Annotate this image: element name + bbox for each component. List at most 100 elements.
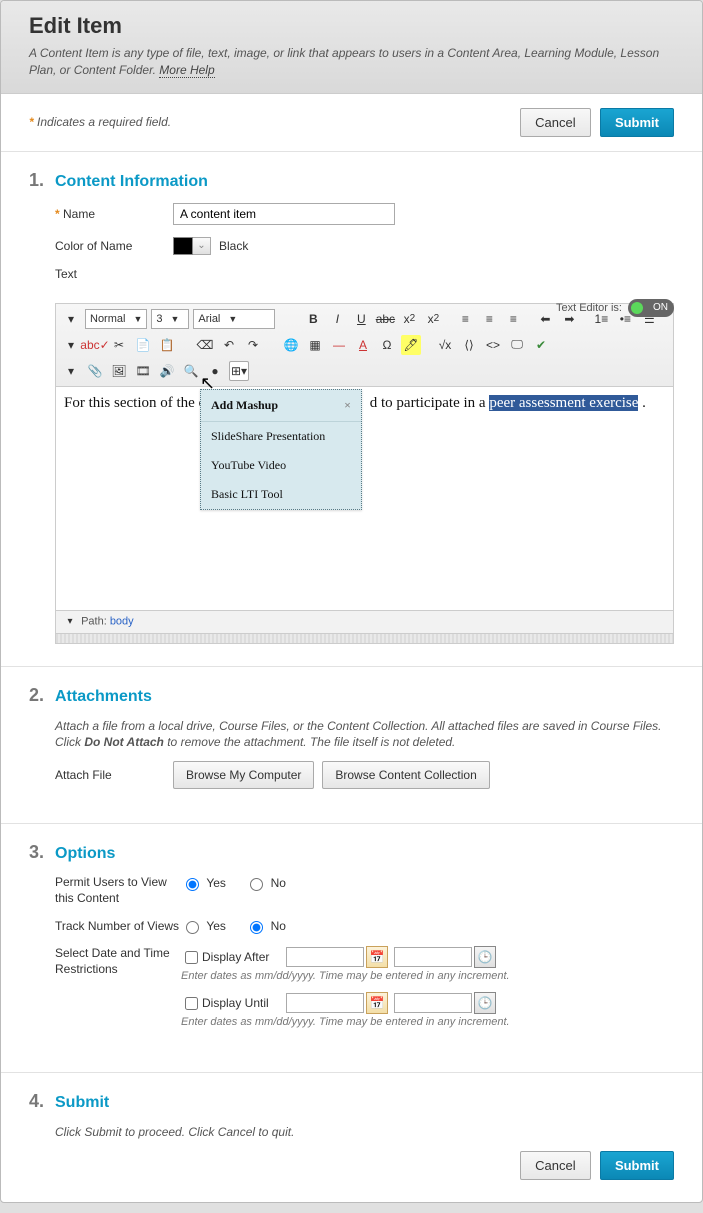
calendar-icon[interactable]: 📅 bbox=[366, 992, 388, 1014]
editor-content-area[interactable]: ↖ For this section of the c ourse, you w… bbox=[55, 387, 674, 611]
text-editor: Text Editor is: ON ▾ Normal▼ 3▼ Arial▼ B… bbox=[55, 303, 674, 644]
validate-icon[interactable]: ✔ bbox=[531, 335, 551, 355]
hr-icon[interactable]: — bbox=[329, 335, 349, 355]
highlight-icon[interactable]: 🖊 bbox=[401, 335, 421, 355]
step-4-title: Submit bbox=[55, 1094, 109, 1112]
permit-users-label: Permit Users to View this Content bbox=[55, 875, 181, 906]
display-after-time-input[interactable] bbox=[394, 947, 472, 967]
html-icon[interactable]: <> bbox=[483, 335, 503, 355]
color-value: Black bbox=[219, 239, 248, 253]
clock-icon[interactable]: 🕒 bbox=[474, 992, 496, 1014]
font-color-icon[interactable]: A bbox=[353, 335, 373, 355]
clear-format-icon[interactable]: ⌫ bbox=[195, 335, 215, 355]
mashup-item-ltitool[interactable]: Basic LTI Tool bbox=[201, 480, 361, 509]
font-family-select[interactable]: Arial▼ bbox=[193, 309, 275, 329]
outdent-icon[interactable]: ⬅ bbox=[535, 309, 555, 329]
clock-icon[interactable]: 🕒 bbox=[474, 946, 496, 968]
step-1-number: 1. bbox=[29, 170, 55, 191]
text-editor-toggle: Text Editor is: ON bbox=[556, 299, 674, 317]
cancel-button[interactable]: Cancel bbox=[520, 1151, 590, 1180]
browse-content-collection-button[interactable]: Browse Content Collection bbox=[322, 761, 489, 789]
color-swatch bbox=[173, 237, 193, 255]
page-header: Edit Item A Content Item is any type of … bbox=[1, 1, 702, 94]
browse-my-computer-button[interactable]: Browse My Computer bbox=[173, 761, 314, 789]
resize-handle[interactable] bbox=[55, 634, 674, 644]
align-right-icon[interactable]: ≡ bbox=[503, 309, 523, 329]
track-views-label: Track Number of Views bbox=[55, 919, 181, 933]
align-left-icon[interactable]: ≡ bbox=[455, 309, 475, 329]
cut-icon[interactable]: ✂ bbox=[109, 335, 129, 355]
symbol-icon[interactable]: Ω bbox=[377, 335, 397, 355]
collapse-icon[interactable]: ▾ bbox=[61, 309, 81, 329]
add-mashup-menu: Add Mashup × SlideShare Presentation You… bbox=[200, 389, 362, 510]
mashup-title: Add Mashup bbox=[211, 398, 278, 413]
step-1-title: Content Information bbox=[55, 173, 208, 191]
collapse-icon[interactable]: ▾ bbox=[63, 615, 77, 629]
display-until-checkbox[interactable] bbox=[185, 997, 198, 1010]
paste-icon[interactable]: 📋 bbox=[157, 335, 177, 355]
strikethrough-icon[interactable]: abc bbox=[375, 309, 395, 329]
insert-image-icon[interactable]: 🖼 bbox=[109, 361, 129, 381]
attach-file-icon[interactable]: 📎 bbox=[85, 361, 105, 381]
text-label: Text bbox=[55, 267, 173, 281]
color-of-name-label: Color of Name bbox=[55, 239, 173, 253]
path-body[interactable]: body bbox=[110, 615, 134, 627]
align-center-icon[interactable]: ≡ bbox=[479, 309, 499, 329]
page-description: A Content Item is any type of file, text… bbox=[29, 45, 674, 79]
color-dropdown[interactable]: ⌄ bbox=[193, 237, 211, 255]
attachments-note: Attach a file from a local drive, Course… bbox=[55, 718, 674, 752]
superscript-icon[interactable]: x2 bbox=[423, 309, 443, 329]
font-size-select[interactable]: 3▼ bbox=[151, 309, 189, 329]
top-button-group: Cancel Submit bbox=[514, 108, 674, 137]
italic-icon[interactable]: I bbox=[327, 309, 347, 329]
submit-button[interactable]: Submit bbox=[600, 108, 674, 137]
flickr-icon[interactable]: ● bbox=[205, 361, 225, 381]
step-2-number: 2. bbox=[29, 685, 55, 706]
track-yes-radio[interactable] bbox=[186, 921, 199, 934]
submit-button[interactable]: Submit bbox=[600, 1151, 674, 1180]
redo-icon[interactable]: ↷ bbox=[243, 335, 263, 355]
mashup-button[interactable]: ⊞▾ bbox=[229, 361, 249, 381]
display-until-time-input[interactable] bbox=[394, 993, 472, 1013]
mashup-item-youtube[interactable]: YouTube Video bbox=[201, 451, 361, 480]
table-icon[interactable]: ▦ bbox=[305, 335, 325, 355]
display-until-date-input[interactable] bbox=[286, 993, 364, 1013]
display-after-checkbox[interactable] bbox=[185, 951, 198, 964]
name-input[interactable] bbox=[173, 203, 395, 225]
permit-no-radio[interactable] bbox=[250, 878, 263, 891]
spellcheck-icon[interactable]: abc✓ bbox=[85, 335, 105, 355]
subscript-icon[interactable]: x2 bbox=[399, 309, 419, 329]
cancel-button[interactable]: Cancel bbox=[520, 108, 590, 137]
equation-icon[interactable]: √x bbox=[435, 335, 455, 355]
hyperlink-icon[interactable]: 🌐 bbox=[281, 335, 301, 355]
edit-item-page: Edit Item A Content Item is any type of … bbox=[0, 0, 703, 1203]
bold-icon[interactable]: B bbox=[303, 309, 323, 329]
step-content-information: 1. Content Information * Name Color of N… bbox=[1, 152, 702, 667]
undo-icon[interactable]: ↶ bbox=[219, 335, 239, 355]
collapse-icon[interactable]: ▾ bbox=[61, 335, 81, 355]
text-editor-on-toggle[interactable]: ON bbox=[628, 299, 674, 317]
more-help-link[interactable]: More Help bbox=[159, 63, 214, 78]
paragraph-select[interactable]: Normal▼ bbox=[85, 309, 147, 329]
step-4-number: 4. bbox=[29, 1091, 55, 1112]
step-options: 3. Options Permit Users to View this Con… bbox=[1, 824, 702, 1073]
insert-audio-icon[interactable]: 🔊 bbox=[157, 361, 177, 381]
permit-yes-radio[interactable] bbox=[186, 878, 199, 891]
calendar-icon[interactable]: 📅 bbox=[366, 946, 388, 968]
date-note: Enter dates as mm/dd/yyyy. Time may be e… bbox=[181, 1016, 674, 1028]
copy-icon[interactable]: 📄 bbox=[133, 335, 153, 355]
attach-file-label: Attach File bbox=[55, 768, 173, 782]
step-attachments: 2. Attachments Attach a file from a loca… bbox=[1, 667, 702, 825]
display-after-date-input[interactable] bbox=[286, 947, 364, 967]
highlighted-link[interactable]: peer assessment exercise bbox=[489, 395, 638, 411]
underline-icon[interactable]: U bbox=[351, 309, 371, 329]
collapse-icon[interactable]: ▾ bbox=[61, 361, 81, 381]
browse-content-icon[interactable]: 🔍 bbox=[181, 361, 201, 381]
close-icon[interactable]: × bbox=[344, 398, 351, 413]
track-no-radio[interactable] bbox=[250, 921, 263, 934]
codesample-icon[interactable]: ⟨⟩ bbox=[459, 335, 479, 355]
insert-media-icon[interactable]: 🎞 bbox=[133, 361, 153, 381]
mashup-item-slideshare[interactable]: SlideShare Presentation bbox=[201, 422, 361, 451]
step-2-title: Attachments bbox=[55, 688, 152, 706]
preview-icon[interactable]: 🖵 bbox=[507, 335, 527, 355]
